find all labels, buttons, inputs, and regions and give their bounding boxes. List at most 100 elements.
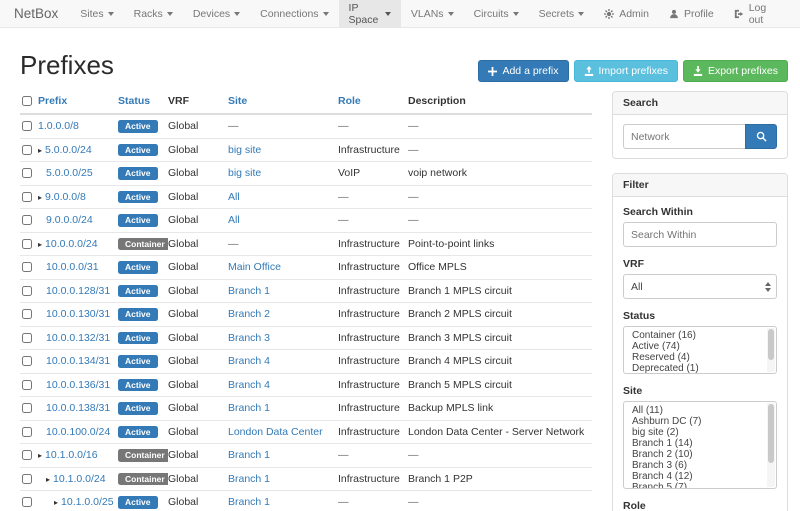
site-link[interactable]: Branch 1 [228, 402, 270, 414]
site-link[interactable]: London Data Center [228, 426, 323, 438]
column-header-site[interactable]: Site [228, 95, 247, 107]
site-link[interactable]: big site [228, 144, 261, 156]
prefix-link[interactable]: 5.0.0.0/25 [46, 167, 93, 179]
nav-item-connections[interactable]: Connections [250, 0, 338, 27]
prefix-link[interactable]: 10.0.100.0/24 [46, 426, 110, 438]
site-link[interactable]: Branch 1 [228, 496, 270, 508]
expand-children-icon[interactable]: ▸ [46, 475, 50, 484]
brand[interactable]: NetBox [0, 0, 70, 27]
listbox-option[interactable]: Reserved (4) [632, 352, 764, 363]
row-checkbox[interactable] [22, 403, 32, 413]
nav-item-racks[interactable]: Racks [124, 0, 183, 27]
nav-item-log-out[interactable]: Log out [724, 0, 790, 27]
column-header-prefix[interactable]: Prefix [38, 95, 67, 107]
scrollbar[interactable] [767, 328, 775, 372]
vrf-select-value: All [631, 281, 643, 293]
nav-item-vlans[interactable]: VLANs [401, 0, 464, 27]
row-checkbox[interactable] [22, 168, 32, 178]
row-checkbox[interactable] [22, 121, 32, 131]
select-all-checkbox[interactable] [22, 96, 32, 106]
prefix-link[interactable]: 10.0.0.138/31 [46, 402, 110, 414]
expand-children-icon[interactable]: ▸ [54, 498, 58, 507]
site-link[interactable]: big site [228, 167, 261, 179]
row-checkbox[interactable] [22, 215, 32, 225]
prefix-link[interactable]: 10.1.0.0/16 [45, 449, 98, 461]
row-checkbox[interactable] [22, 262, 32, 272]
nav-item-circuits[interactable]: Circuits [464, 0, 529, 27]
prefix-link[interactable]: 1.0.0.0/8 [38, 120, 79, 132]
site-link[interactable]: Branch 4 [228, 355, 270, 367]
row-checkbox[interactable] [22, 333, 32, 343]
listbox-option[interactable]: Ashburn DC (7) [632, 416, 764, 427]
listbox-option[interactable]: big site (2) [632, 427, 764, 438]
row-checkbox[interactable] [22, 192, 32, 202]
search-input[interactable] [623, 124, 745, 149]
row-checkbox[interactable] [22, 239, 32, 249]
site-listbox[interactable]: All (11)Ashburn DC (7)big site (2)Branch… [623, 401, 777, 489]
expand-children-icon[interactable]: ▸ [38, 146, 42, 155]
prefix-link[interactable]: 10.0.0.130/31 [46, 308, 110, 320]
add-prefix-button[interactable]: Add a prefix [478, 60, 568, 82]
site-link[interactable]: Branch 2 [228, 308, 270, 320]
site-link[interactable]: Branch 3 [228, 332, 270, 344]
listbox-option[interactable]: Branch 4 (12) [632, 471, 764, 482]
nav-item-profile[interactable]: Profile [659, 0, 724, 27]
table-row: 10.0.0.134/31ActiveGlobalBranch 4Infrast… [20, 350, 592, 374]
site-link[interactable]: All [228, 214, 240, 226]
prefix-link[interactable]: 10.0.0.128/31 [46, 285, 110, 297]
listbox-option[interactable]: Deprecated (1) [632, 363, 764, 374]
site-link[interactable]: Branch 1 [228, 473, 270, 485]
prefix-link[interactable]: 9.0.0.0/8 [45, 191, 86, 203]
nav-item-sites[interactable]: Sites [70, 0, 123, 27]
prefix-link[interactable]: 10.0.0.136/31 [46, 379, 110, 391]
row-checkbox[interactable] [22, 380, 32, 390]
scrollbar[interactable] [767, 403, 775, 487]
row-checkbox[interactable] [22, 309, 32, 319]
row-checkbox[interactable] [22, 286, 32, 296]
prefix-link[interactable]: 5.0.0.0/24 [45, 144, 92, 156]
listbox-option[interactable]: Branch 3 (6) [632, 460, 764, 471]
column-header-role[interactable]: Role [338, 95, 361, 107]
import-prefixes-button[interactable]: Import prefixes [574, 60, 678, 82]
site-link[interactable]: Branch 4 [228, 379, 270, 391]
listbox-option[interactable]: Branch 2 (10) [632, 449, 764, 460]
vrf-select[interactable]: All [623, 274, 777, 299]
row-checkbox[interactable] [22, 356, 32, 366]
prefix-link[interactable]: 10.1.0.0/24 [53, 473, 106, 485]
nav-item-ip-space[interactable]: IP Space [339, 0, 401, 27]
prefix-link[interactable]: 9.0.0.0/24 [46, 214, 93, 226]
listbox-option[interactable]: Active (74) [632, 341, 764, 352]
prefix-link[interactable]: 10.0.0.0/31 [46, 261, 99, 273]
expand-children-icon[interactable]: ▸ [38, 240, 42, 249]
prefix-link[interactable]: 10.0.0.134/31 [46, 355, 110, 367]
column-header-status[interactable]: Status [118, 95, 150, 107]
prefix-link[interactable]: 10.1.0.0/25 [61, 496, 114, 508]
prefix-link[interactable]: 10.0.0.0/24 [45, 238, 98, 250]
search-button[interactable] [745, 124, 777, 149]
listbox-option[interactable]: All (11) [632, 405, 764, 416]
vrf-value: Global [168, 326, 228, 350]
search-within-input[interactable] [623, 222, 777, 247]
listbox-option[interactable]: Container (16) [632, 330, 764, 341]
listbox-option[interactable]: Branch 1 (14) [632, 438, 764, 449]
vrf-value: Global [168, 467, 228, 491]
row-checkbox[interactable] [22, 474, 32, 484]
site-link[interactable]: Main Office [228, 261, 281, 273]
row-checkbox[interactable] [22, 450, 32, 460]
nav-item-secrets[interactable]: Secrets [529, 0, 595, 27]
prefix-link[interactable]: 10.0.0.132/31 [46, 332, 110, 344]
site-link[interactable]: Branch 1 [228, 449, 270, 461]
row-checkbox[interactable] [22, 427, 32, 437]
status-listbox[interactable]: Container (16)Active (74)Reserved (4)Dep… [623, 326, 777, 374]
listbox-option[interactable]: Branch 5 (7) [632, 482, 764, 489]
export-prefixes-button[interactable]: Export prefixes [683, 60, 788, 82]
nav-item-admin[interactable]: Admin [594, 0, 659, 27]
row-checkbox[interactable] [22, 145, 32, 155]
expand-children-icon[interactable]: ▸ [38, 451, 42, 460]
row-checkbox[interactable] [22, 497, 32, 507]
description-value: — [408, 114, 592, 138]
site-link[interactable]: All [228, 191, 240, 203]
nav-item-devices[interactable]: Devices [183, 0, 250, 27]
site-link[interactable]: Branch 1 [228, 285, 270, 297]
expand-children-icon[interactable]: ▸ [38, 193, 42, 202]
